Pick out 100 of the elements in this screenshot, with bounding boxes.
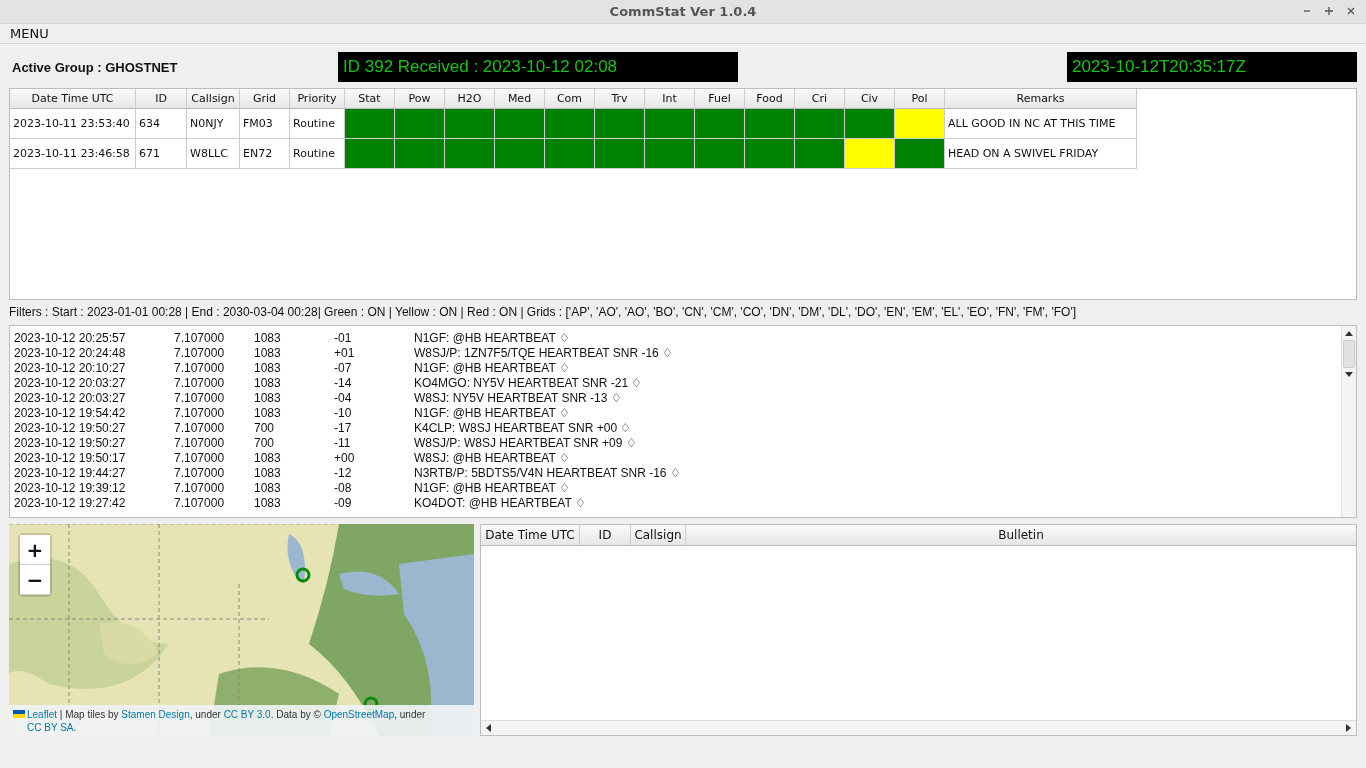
log-cell-text: 7.107000 bbox=[174, 465, 226, 480]
log-cell-text: 7.107000 bbox=[174, 390, 226, 405]
log-cell-text: 1083 bbox=[254, 390, 282, 405]
zoom-in-button[interactable]: + bbox=[20, 535, 50, 565]
close-icon[interactable] bbox=[1346, 6, 1356, 16]
log-cell-text: -08 bbox=[334, 480, 353, 495]
column-header[interactable]: Bulletin bbox=[686, 525, 1356, 545]
log-cell: N1GF: @HB HEARTBEAT ♢ bbox=[414, 360, 570, 375]
log-cell-text: 7.107000 bbox=[174, 345, 226, 360]
log-cell-text: 7.107000 bbox=[174, 450, 226, 465]
log-cell-text: 700 bbox=[254, 435, 276, 450]
log-cell-text: 7.107000 bbox=[174, 330, 226, 345]
log-cell: W8SJ: NY5V HEARTBEAT SNR -13 ♢ bbox=[414, 390, 622, 405]
table-cell: 671 bbox=[136, 139, 187, 169]
log-cell-text: -07 bbox=[334, 360, 353, 375]
log-cell-text: 2023-10-12 19:50:17 bbox=[14, 450, 127, 465]
log-cell-text: 2023-10-12 20:10:27 bbox=[14, 360, 127, 375]
log-cell-text: -17 bbox=[334, 420, 353, 435]
clock-display: 2023-10-12T20:35:17Z bbox=[1067, 52, 1357, 82]
table-cell: ALL GOOD IN NC AT THIS TIME bbox=[945, 109, 1137, 139]
column-header[interactable]: Remarks bbox=[945, 89, 1137, 109]
column-header[interactable]: Date Time UTC bbox=[10, 89, 136, 109]
log-cell-text: 2023-10-12 20:03:27 bbox=[14, 375, 127, 390]
table-cell: FM03 bbox=[240, 109, 290, 139]
log-cell-text: 1083 bbox=[254, 360, 282, 375]
log-cell-text: 2023-10-12 20:24:48 bbox=[14, 345, 127, 360]
log-cell: W8SJ: @HB HEARTBEAT ♢ bbox=[414, 450, 570, 465]
log-cell-text: 7.107000 bbox=[174, 375, 226, 390]
table-cell: N0NJY bbox=[187, 109, 240, 139]
log-cell-text: -04 bbox=[334, 390, 353, 405]
log-cell-text: 7.107000 bbox=[174, 360, 226, 375]
log-cell: N1GF: @HB HEARTBEAT ♢ bbox=[414, 330, 570, 345]
attribution-link[interactable]: CC BY SA bbox=[27, 722, 74, 733]
log-cell-text: 2023-10-12 19:27:42 bbox=[14, 495, 127, 510]
log-cell-text: 1083 bbox=[254, 480, 282, 495]
log-cell-text: 2023-10-12 19:44:27 bbox=[14, 465, 127, 480]
attribution-link[interactable]: Leaflet bbox=[27, 709, 58, 720]
column-header[interactable]: Callsign bbox=[187, 89, 240, 109]
attribution-link[interactable]: Stamen Design bbox=[121, 709, 190, 720]
flag-icon bbox=[13, 710, 25, 718]
log-cell-text: -01 bbox=[334, 330, 353, 345]
maximize-icon[interactable] bbox=[1324, 6, 1334, 16]
log-cell-text: +00 bbox=[334, 450, 356, 465]
table-cell: 634 bbox=[136, 109, 187, 139]
scroll-down-icon[interactable] bbox=[1345, 372, 1353, 378]
attribution-link[interactable]: CC BY 3.0 bbox=[223, 709, 271, 720]
log-cell-text: 7.107000 bbox=[174, 405, 226, 420]
table-cell: 2023-10-11 23:53:40 bbox=[10, 109, 136, 139]
scroll-thumb[interactable] bbox=[1343, 340, 1355, 368]
log-cell-text: 2023-10-12 19:54:42 bbox=[14, 405, 127, 420]
column-header[interactable]: Callsign bbox=[631, 525, 686, 545]
log-cell: W8SJ/P: W8SJ HEARTBEAT SNR +09 ♢ bbox=[414, 435, 637, 450]
filters-text: Filters : Start : 2023-01-01 00:28 | End : 2030-03-04 00:28| Green : ON | Yellow : ON | Red : ON | Grids : ['AP', 'AO', 'AO', 'BO', 'CN', 'CM', 'CO', 'DN', 'DM', 'DL', 'DO', 'EN', 'EM', 'EL', 'EO', 'FN', 'FM', 'FO'] bbox=[9, 305, 1078, 320]
log-cell-text: 7.107000 bbox=[174, 495, 226, 510]
log-cell-text: 1083 bbox=[254, 345, 282, 360]
log-cell-text: 1083 bbox=[254, 405, 282, 420]
log-cell: N3RTB/P: 5BDTS5/V4N HEARTBEAT SNR -16 ♢ bbox=[414, 465, 681, 480]
log-cell-text: 2023-10-12 20:03:27 bbox=[14, 390, 127, 405]
log-cell-text: +01 bbox=[334, 345, 356, 360]
window-title: CommStat Ver 1.0.4 bbox=[609, 4, 757, 19]
log-cell: W8SJ/P: 1ZN7F5/TQE HEARTBEAT SNR -16 ♢ bbox=[414, 345, 674, 360]
log-cell-text: 1083 bbox=[254, 330, 282, 345]
log-cell-text: 700 bbox=[254, 420, 276, 435]
log-cell: K4CLP: W8SJ HEARTBEAT SNR +00 ♢ bbox=[414, 420, 632, 435]
log-cell-text: -09 bbox=[334, 495, 353, 510]
log-cell-text: 7.107000 bbox=[174, 480, 226, 495]
scroll-up-icon[interactable] bbox=[1345, 330, 1353, 336]
table-cell: 2023-10-11 23:46:58 bbox=[10, 139, 136, 169]
log-cell-text: 2023-10-12 20:25:57 bbox=[14, 330, 127, 345]
log-cell-text: 7.107000 bbox=[174, 435, 226, 450]
log-cell: N1GF: @HB HEARTBEAT ♢ bbox=[414, 405, 570, 420]
log-cell-text: 2023-10-12 19:39:12 bbox=[14, 480, 127, 495]
column-header[interactable]: ID bbox=[580, 525, 631, 545]
table-cell: W8LLC bbox=[187, 139, 240, 169]
active-group-label: Active Group : GHOSTNET bbox=[11, 59, 179, 75]
horizontal-scrollbar[interactable] bbox=[481, 720, 1356, 735]
column-header[interactable]: Grid bbox=[240, 89, 290, 109]
table-cell: EN72 bbox=[240, 139, 290, 169]
log-cell-text: 2023-10-12 19:50:27 bbox=[14, 435, 127, 450]
log-cell-text: -10 bbox=[334, 405, 353, 420]
column-header[interactable]: Date Time UTC bbox=[481, 525, 580, 545]
log-cell-text: 1083 bbox=[254, 465, 282, 480]
menu-item[interactable]: MENU bbox=[10, 26, 49, 41]
column-header[interactable]: ID bbox=[136, 89, 187, 109]
log-cell-text: -14 bbox=[334, 375, 353, 390]
scroll-left-icon[interactable] bbox=[485, 724, 491, 732]
received-display: ID 392 Received : 2023-10-12 02:08 bbox=[338, 52, 738, 82]
log-cell-text: 1083 bbox=[254, 450, 282, 465]
log-cell-text: -12 bbox=[334, 465, 353, 480]
log-cell-text: 1083 bbox=[254, 495, 282, 510]
log-cell: KO4MGO: NY5V HEARTBEAT SNR -21 ♢ bbox=[414, 375, 643, 390]
scroll-right-icon[interactable] bbox=[1346, 724, 1352, 732]
log-cell: KO4DOT: @HB HEARTBEAT ♢ bbox=[414, 495, 586, 510]
attribution-text: Leaflet | Map tiles by Stamen Design, under CC BY 3.0. Data by © OpenStreetMap, under CC BY SA. bbox=[27, 708, 427, 734]
log-cell-text: -11 bbox=[334, 435, 352, 450]
log-cell-text: 1083 bbox=[254, 375, 282, 390]
map-marker-icon[interactable] bbox=[295, 567, 311, 583]
vertical-scrollbar[interactable] bbox=[1341, 326, 1356, 517]
log-cell: N1GF: @HB HEARTBEAT ♢ bbox=[414, 480, 570, 495]
column-header[interactable]: Priority bbox=[290, 89, 345, 109]
